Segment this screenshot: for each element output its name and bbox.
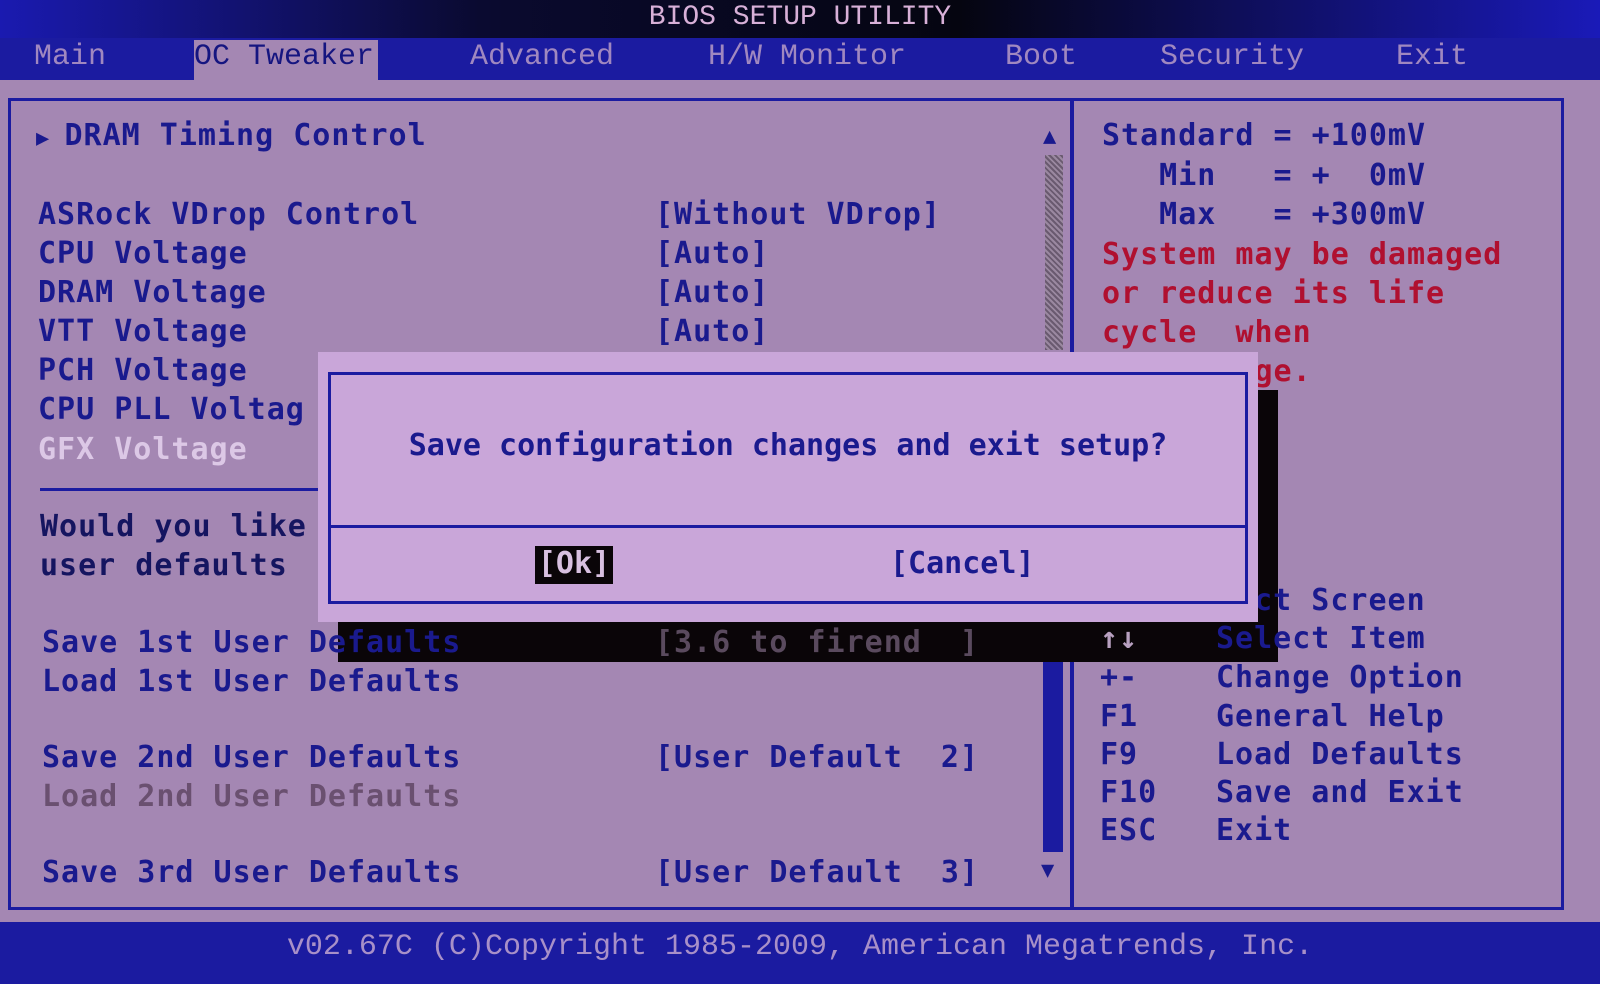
- key-arrows-updown: ↑↓: [1100, 621, 1139, 656]
- tab-security[interactable]: Security: [1160, 40, 1304, 74]
- key-f10: F10: [1100, 775, 1158, 810]
- item-vdrop-control[interactable]: ASRock VDrop Control: [38, 197, 419, 232]
- key-desc-change-option: Change Option: [1216, 660, 1464, 695]
- item-save-3rd-defaults[interactable]: Save 3rd User Defaults: [42, 855, 461, 890]
- item-vtt-voltage[interactable]: VTT Voltage: [38, 314, 248, 349]
- scrollbar-track[interactable]: [1045, 155, 1063, 350]
- scroll-down-icon[interactable]: ▼: [1041, 858, 1054, 883]
- item-load-2nd-defaults: Load 2nd User Defaults: [42, 779, 462, 814]
- cancel-button[interactable]: [Cancel]: [890, 546, 1035, 581]
- question-line-2: user defaults: [40, 548, 288, 583]
- triangle-right-icon: ▶: [36, 126, 65, 151]
- key-f1: F1: [1100, 699, 1139, 734]
- help-min: Min = + 0mV: [1102, 158, 1427, 193]
- tab-advanced[interactable]: Advanced: [470, 40, 614, 74]
- value-vtt-voltage[interactable]: [Auto]: [655, 314, 769, 349]
- value-save-1st-defaults[interactable]: [3.6 to firend ]: [655, 625, 979, 660]
- item-save-1st-defaults[interactable]: Save 1st User Defaults: [42, 625, 461, 660]
- help-standard: Standard = +100mV: [1102, 118, 1427, 153]
- value-vdrop-control[interactable]: [Without VDrop]: [655, 197, 941, 232]
- tab-exit[interactable]: Exit: [1396, 40, 1468, 74]
- tab-oc-tweaker[interactable]: OC Tweaker: [194, 40, 379, 80]
- key-plus-minus: +-: [1100, 660, 1139, 695]
- question-line-1: Would you like: [40, 509, 307, 544]
- help-warning-2: or reduce its life: [1102, 276, 1446, 311]
- item-load-1st-defaults[interactable]: Load 1st User Defaults: [42, 664, 461, 699]
- value-cpu-voltage[interactable]: [Auto]: [655, 236, 769, 271]
- item-cpu-voltage[interactable]: CPU Voltage: [38, 236, 248, 271]
- help-max: Max = +300mV: [1102, 197, 1427, 232]
- tab-boot[interactable]: Boot: [1005, 40, 1077, 74]
- value-save-3rd-defaults[interactable]: [User Default 3]: [655, 855, 979, 890]
- copyright-text: v02.67C (C)Copyright 1985-2009, American…: [286, 930, 1314, 964]
- bios-title: BIOS SETUP UTILITY: [648, 2, 952, 33]
- ok-button[interactable]: [Ok]: [535, 546, 613, 584]
- scrollbar-thumb[interactable]: [1043, 662, 1063, 852]
- item-pch-voltage[interactable]: PCH Voltage: [38, 353, 248, 388]
- separator: [40, 488, 320, 491]
- tab-main[interactable]: Main: [34, 40, 106, 74]
- item-save-2nd-defaults[interactable]: Save 2nd User Defaults: [42, 740, 461, 775]
- dialog-border: [328, 372, 1248, 604]
- key-desc-exit: Exit: [1216, 813, 1293, 848]
- tab-hw-monitor[interactable]: H/W Monitor: [708, 40, 906, 74]
- scroll-up-icon[interactable]: ▲: [1043, 124, 1056, 149]
- item-gfx-voltage: GFX Voltage: [38, 432, 248, 467]
- key-esc: ESC: [1100, 813, 1158, 848]
- key-desc-save-exit: Save and Exit: [1216, 775, 1464, 810]
- key-desc-general-help: General Help: [1216, 699, 1445, 734]
- value-save-2nd-defaults[interactable]: [User Default 2]: [655, 740, 979, 775]
- submenu-dram-timing[interactable]: ▶ DRAM Timing Control: [36, 118, 427, 153]
- key-desc-select-item: Select Item: [1216, 621, 1426, 656]
- submenu-label: DRAM Timing Control: [64, 118, 427, 153]
- dialog-message: Save configuration changes and exit setu…: [408, 428, 1168, 463]
- item-cpu-pll-voltage[interactable]: CPU PLL Voltag: [38, 392, 305, 427]
- key-desc-load-defaults: Load Defaults: [1216, 737, 1464, 772]
- help-warning-1: System may be damaged: [1102, 237, 1503, 272]
- dialog-divider: [328, 525, 1248, 528]
- item-dram-voltage[interactable]: DRAM Voltage: [38, 275, 267, 310]
- key-f9: F9: [1100, 737, 1139, 772]
- help-warning-3: cycle when: [1102, 315, 1312, 350]
- value-dram-voltage[interactable]: [Auto]: [655, 275, 769, 310]
